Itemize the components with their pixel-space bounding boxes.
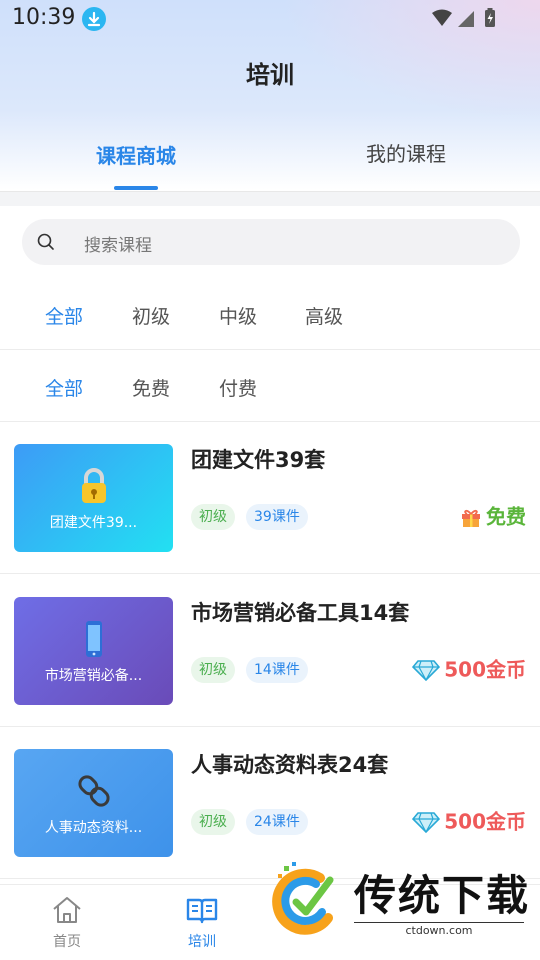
page-title: 培训 xyxy=(246,61,294,89)
course-level-badge: 初级 xyxy=(191,809,235,835)
level-filter-intermediate[interactable]: 中级 xyxy=(219,302,257,329)
price-filter-row: 全部 免费 付费 xyxy=(0,350,540,422)
search-icon xyxy=(36,232,56,256)
course-price-label: 免费 xyxy=(486,504,526,529)
price-filter-all[interactable]: 全部 xyxy=(45,374,83,401)
course-price-label: 500金币 xyxy=(444,657,526,682)
watermark-logo: 传统下载 ctdown.com xyxy=(268,862,530,938)
price-filter-paid[interactable]: 付费 xyxy=(219,374,257,401)
home-icon xyxy=(53,897,81,923)
search-input[interactable]: 搜索课程 xyxy=(22,219,520,265)
nav-training[interactable]: 培训 xyxy=(167,895,237,951)
book-icon xyxy=(186,898,218,924)
chain-link-icon xyxy=(78,775,110,807)
wifi-icon xyxy=(432,9,452,26)
section-divider xyxy=(0,191,540,206)
tab-course-mall[interactable]: 课程商城 xyxy=(96,140,176,169)
course-item[interactable]: 人事动态资料... 人事动态资料表24套 初级 24课件 500金币 xyxy=(0,727,540,879)
course-thumbnail[interactable]: 市场营销必备... xyxy=(14,597,173,705)
phone-icon xyxy=(86,621,102,657)
watermark-url: ctdown.com xyxy=(354,922,524,937)
level-filter-beginner[interactable]: 初级 xyxy=(132,302,170,329)
course-title[interactable]: 市场营销必备工具14套 xyxy=(191,597,409,627)
course-price: 500金币 xyxy=(412,805,526,835)
tab-my-courses[interactable]: 我的课程 xyxy=(366,138,446,167)
course-lessons-badge: 39课件 xyxy=(246,504,308,530)
course-price-label: 500金币 xyxy=(444,809,526,834)
course-lessons-badge: 24课件 xyxy=(246,809,308,835)
nav-home[interactable]: 首页 xyxy=(32,895,102,951)
course-thumbnail[interactable]: 团建文件39... xyxy=(14,444,173,552)
course-price: 免费 xyxy=(460,500,526,530)
course-thumbnail-title: 市场营销必备... xyxy=(44,668,143,684)
watermark-emblem-icon xyxy=(272,862,334,935)
level-filter-row: 全部 初级 中级 高级 xyxy=(0,278,540,350)
gift-icon xyxy=(462,509,480,527)
course-item[interactable]: 市场营销必备... 市场营销必备工具14套 初级 14课件 500金币 xyxy=(0,575,540,727)
nav-home-label: 首页 xyxy=(53,934,81,950)
level-filter-advanced[interactable]: 高级 xyxy=(305,302,343,329)
price-filter-free[interactable]: 免费 xyxy=(132,374,170,401)
course-thumbnail-title: 团建文件39... xyxy=(49,515,138,531)
diamond-icon xyxy=(412,659,441,681)
course-item[interactable]: 团建文件39... 团建文件39套 初级 39课件 免费 xyxy=(0,422,540,574)
status-time: 10:39 xyxy=(12,5,76,30)
course-title[interactable]: 团建文件39套 xyxy=(191,444,325,474)
signal-icon xyxy=(458,11,474,27)
watermark-text: 传统下载 xyxy=(354,871,531,920)
tab-indicator xyxy=(114,186,158,190)
status-bar: 10:39 xyxy=(0,0,540,38)
course-level-badge: 初级 xyxy=(191,657,235,683)
nav-training-label: 培训 xyxy=(188,934,216,950)
lock-icon xyxy=(82,468,106,503)
battery-icon xyxy=(485,8,495,27)
course-price: 500金币 xyxy=(412,653,526,683)
course-lessons-badge: 14课件 xyxy=(246,657,308,683)
status-icons xyxy=(430,7,500,35)
search-placeholder: 搜索课程 xyxy=(84,236,152,256)
course-title[interactable]: 人事动态资料表24套 xyxy=(191,749,388,779)
course-level-badge: 初级 xyxy=(191,504,235,530)
course-thumbnail[interactable]: 人事动态资料... xyxy=(14,749,173,857)
download-notification-icon xyxy=(82,7,106,31)
level-filter-all[interactable]: 全部 xyxy=(45,302,83,329)
diamond-icon xyxy=(412,811,441,833)
course-thumbnail-title: 人事动态资料... xyxy=(44,820,143,836)
